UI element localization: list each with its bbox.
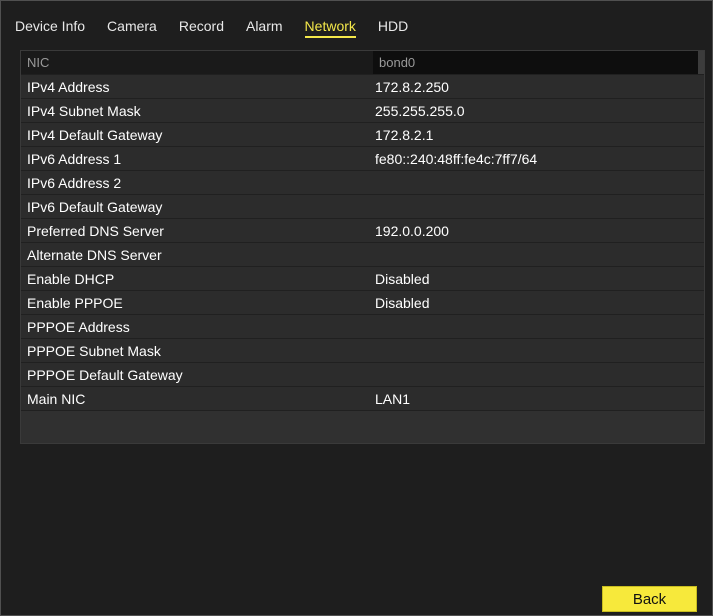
- row-label: Enable DHCP: [27, 270, 115, 287]
- nic-select[interactable]: bond0: [373, 51, 704, 74]
- row-label: IPv4 Subnet Mask: [27, 102, 141, 119]
- table-row: Main NIC LAN1: [21, 387, 704, 411]
- table-row: IPv6 Address 2: [21, 171, 704, 195]
- row-label: PPPOE Subnet Mask: [27, 342, 161, 359]
- row-value: 192.0.0.200: [375, 222, 449, 239]
- row-label: PPPOE Default Gateway: [27, 366, 183, 383]
- back-button[interactable]: Back: [602, 586, 697, 612]
- table-row: IPv6 Default Gateway: [21, 195, 704, 219]
- row-value: 172.8.2.1: [375, 126, 434, 143]
- table-row: Preferred DNS Server 192.0.0.200: [21, 219, 704, 243]
- table-row: PPPOE Default Gateway: [21, 363, 704, 387]
- scrollbar[interactable]: [698, 51, 704, 74]
- tab-alarm[interactable]: Alarm: [246, 17, 283, 35]
- tab-device-info[interactable]: Device Info: [15, 17, 85, 35]
- tab-camera[interactable]: Camera: [107, 17, 157, 35]
- row-label: IPv6 Default Gateway: [27, 198, 163, 215]
- row-label: IPv4 Default Gateway: [27, 126, 163, 143]
- row-label: Enable PPPOE: [27, 294, 123, 311]
- table-row: Enable PPPOE Disabled: [21, 291, 704, 315]
- row-value: 255.255.255.0: [375, 102, 465, 119]
- tab-record[interactable]: Record: [179, 17, 224, 35]
- tab-label: Camera: [107, 18, 157, 34]
- nic-label: NIC: [27, 55, 50, 70]
- network-info-panel: Device Info Camera Record Alarm Network …: [0, 0, 713, 616]
- row-label: Preferred DNS Server: [27, 222, 164, 239]
- table-row: IPv4 Address 172.8.2.250: [21, 75, 704, 99]
- table-row: Enable DHCP Disabled: [21, 267, 704, 291]
- table-row: IPv6 Address 1 fe80::240:48ff:fe4c:7ff7/…: [21, 147, 704, 171]
- active-tab-underline: [304, 36, 356, 38]
- table-row: IPv4 Subnet Mask 255.255.255.0: [21, 99, 704, 123]
- row-label: PPPOE Address: [27, 318, 130, 335]
- row-label: IPv4 Address: [27, 78, 110, 95]
- tab-label: Alarm: [245, 18, 283, 34]
- row-value: 172.8.2.250: [375, 78, 449, 95]
- row-label: Alternate DNS Server: [27, 246, 162, 263]
- table-row: Alternate DNS Server: [21, 243, 704, 267]
- table-empty-row: [21, 411, 704, 443]
- table-row: IPv4 Default Gateway 172.8.2.1: [21, 123, 704, 147]
- table-row: PPPOE Subnet Mask: [21, 339, 704, 363]
- tab-network[interactable]: Network: [304, 17, 356, 38]
- row-label: Main NIC: [27, 390, 86, 407]
- row-value: Disabled: [375, 294, 430, 311]
- tab-label: Record: [178, 18, 224, 34]
- row-value: Disabled: [375, 270, 430, 287]
- table-row: PPPOE Address: [21, 315, 704, 339]
- tab-hdd[interactable]: HDD: [378, 17, 408, 35]
- tab-bar: Device Info Camera Record Alarm Network …: [15, 17, 430, 41]
- network-info-table: NIC bond0 IPv4 Address 172.8.2.250 IPv4 …: [20, 50, 705, 444]
- tab-label: Network: [304, 18, 356, 34]
- tab-label: Device Info: [15, 18, 86, 34]
- tab-label: HDD: [377, 18, 409, 34]
- row-value: fe80::240:48ff:fe4c:7ff7/64: [375, 150, 538, 167]
- row-value: LAN1: [375, 390, 411, 407]
- nic-header-row: NIC bond0: [21, 51, 704, 75]
- row-label: IPv6 Address 1: [27, 150, 122, 167]
- row-label: IPv6 Address 2: [27, 174, 122, 191]
